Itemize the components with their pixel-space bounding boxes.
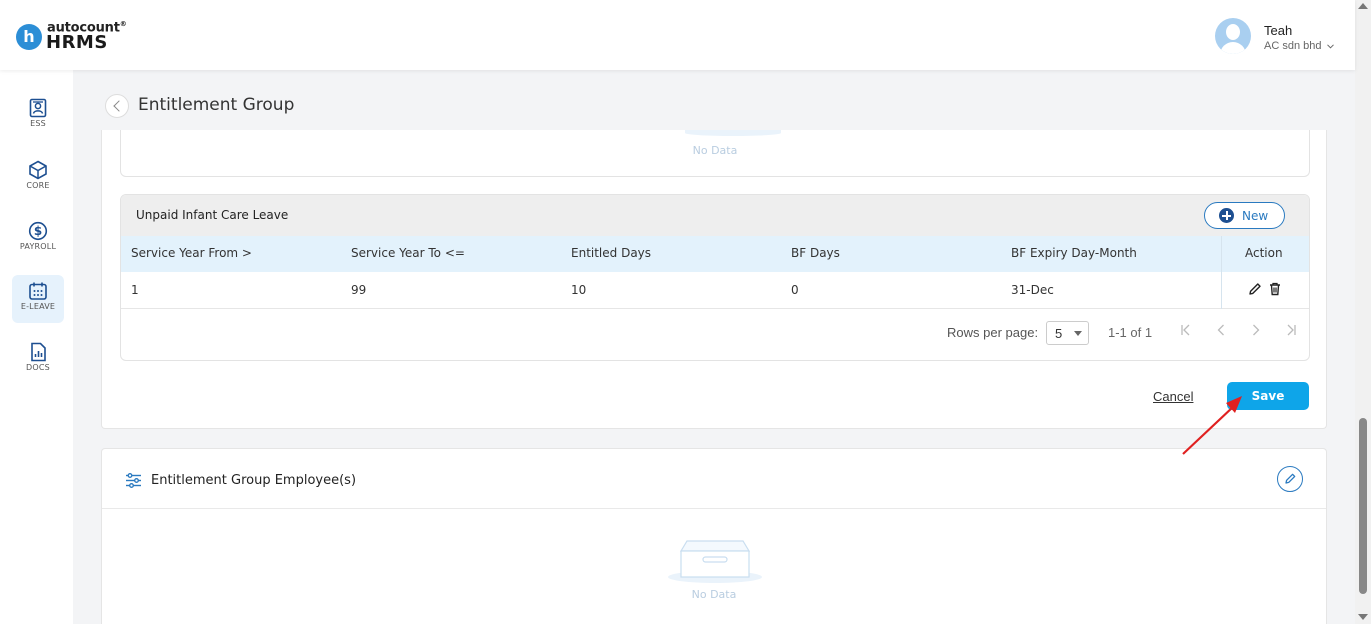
- no-data-text: No Data: [691, 588, 737, 601]
- entitlement-group-employees-card: Entitlement Group Employee(s) No Data: [101, 448, 1327, 624]
- empty-tray-icon: [685, 130, 781, 136]
- no-data-text: No Data: [692, 144, 738, 157]
- page-title: Entitlement Group: [138, 95, 295, 115]
- column-header[interactable]: Service Year To <=: [351, 246, 465, 260]
- action-column-divider: [1221, 236, 1222, 309]
- entitlement-card: No Data Unpaid Infant Care Leave New Ser…: [101, 130, 1327, 429]
- table-cell: 0: [791, 283, 799, 297]
- back-button[interactable]: [105, 94, 129, 118]
- rows-per-page-select[interactable]: 5: [1046, 321, 1089, 345]
- sidebar: ESS CORE $ PAYROLL E-LEAVE DOCS: [0, 70, 73, 624]
- sidebar-item-core[interactable]: CORE: [12, 154, 64, 202]
- sidebar-item-payroll[interactable]: $ PAYROLL: [12, 215, 64, 263]
- sidebar-item-label: E-LEAVE: [20, 302, 56, 311]
- scrollbar-thumb[interactable]: [1359, 418, 1367, 594]
- column-header: Action: [1245, 246, 1283, 260]
- core-icon: [29, 160, 47, 180]
- ess-icon: [29, 98, 47, 118]
- user-avatar[interactable]: [1215, 18, 1251, 54]
- logo-hrms-text[interactable]: HRMS: [46, 32, 108, 53]
- logo-mark[interactable]: h: [16, 24, 42, 50]
- table-cell: 31-Dec: [1011, 283, 1054, 297]
- edit-employees-button[interactable]: [1277, 466, 1303, 492]
- new-button[interactable]: New: [1204, 202, 1285, 229]
- column-header[interactable]: BF Expiry Day-Month: [1011, 246, 1137, 260]
- empty-tray-icon: [668, 540, 762, 583]
- pagination-bar: Rows per page: 5 1-1 of 1: [121, 309, 1309, 359]
- company-selector[interactable]: AC sdn bhd: [1264, 40, 1334, 52]
- sidebar-item-e-leave[interactable]: E-LEAVE: [12, 275, 64, 323]
- table-title: Unpaid Infant Care Leave: [136, 208, 289, 222]
- column-header[interactable]: BF Days: [791, 246, 840, 260]
- previous-page-icon[interactable]: [1214, 323, 1228, 337]
- table-title-bar: Unpaid Infant Care Leave New: [121, 195, 1309, 236]
- edit-pencil-icon[interactable]: [1247, 281, 1263, 297]
- first-page-icon[interactable]: [1179, 323, 1193, 337]
- user-name[interactable]: Teah: [1264, 23, 1292, 38]
- sidebar-item-label: CORE: [26, 181, 50, 190]
- chevron-down-icon: [1326, 44, 1334, 49]
- docs-icon: [31, 342, 46, 362]
- dropdown-arrow-icon: [1074, 331, 1082, 336]
- table-row: 1 99 10 0 31-Dec: [121, 272, 1309, 309]
- column-header[interactable]: Service Year From >: [131, 246, 252, 260]
- delete-trash-icon[interactable]: [1267, 281, 1283, 297]
- scroll-down-arrow-icon[interactable]: [1358, 614, 1368, 620]
- employees-card-header: Entitlement Group Employee(s): [102, 449, 1326, 509]
- unpaid-infant-care-leave-table: Unpaid Infant Care Leave New Service Yea…: [120, 194, 1310, 361]
- plus-circle-icon: [1219, 208, 1234, 223]
- last-page-icon[interactable]: [1284, 323, 1298, 337]
- payroll-icon: $: [28, 221, 48, 241]
- sidebar-item-ess[interactable]: ESS: [12, 92, 64, 140]
- table-cell: 1: [131, 283, 139, 297]
- page-scrollbar[interactable]: [1355, 0, 1371, 624]
- scroll-up-arrow-icon[interactable]: [1358, 3, 1368, 9]
- next-page-icon[interactable]: [1249, 323, 1263, 337]
- edit-pencil-icon: [1285, 473, 1296, 484]
- employees-section-title: Entitlement Group Employee(s): [151, 473, 357, 488]
- top-bar: h autocount® HRMS Teah AC sdn bhd: [0, 0, 1355, 70]
- table-cell: 99: [351, 283, 367, 297]
- annotation-arrow-icon: [1182, 396, 1242, 455]
- e-leave-icon: [29, 282, 47, 300]
- sidebar-item-label: ESS: [30, 119, 46, 128]
- column-header[interactable]: Entitled Days: [571, 246, 651, 260]
- sidebar-item-docs[interactable]: DOCS: [12, 336, 64, 384]
- pagination-range: 1-1 of 1: [1108, 325, 1153, 340]
- rows-per-page-label: Rows per page:: [947, 325, 1039, 340]
- sidebar-item-label: DOCS: [26, 363, 50, 372]
- previous-leave-table: No Data: [120, 130, 1310, 177]
- svg-text:$: $: [34, 224, 42, 238]
- table-header-row: Service Year From > Service Year To <= E…: [121, 236, 1309, 272]
- filter-sliders-icon: [126, 473, 141, 488]
- sidebar-item-label: PAYROLL: [19, 242, 57, 251]
- table-cell: 10: [571, 283, 587, 297]
